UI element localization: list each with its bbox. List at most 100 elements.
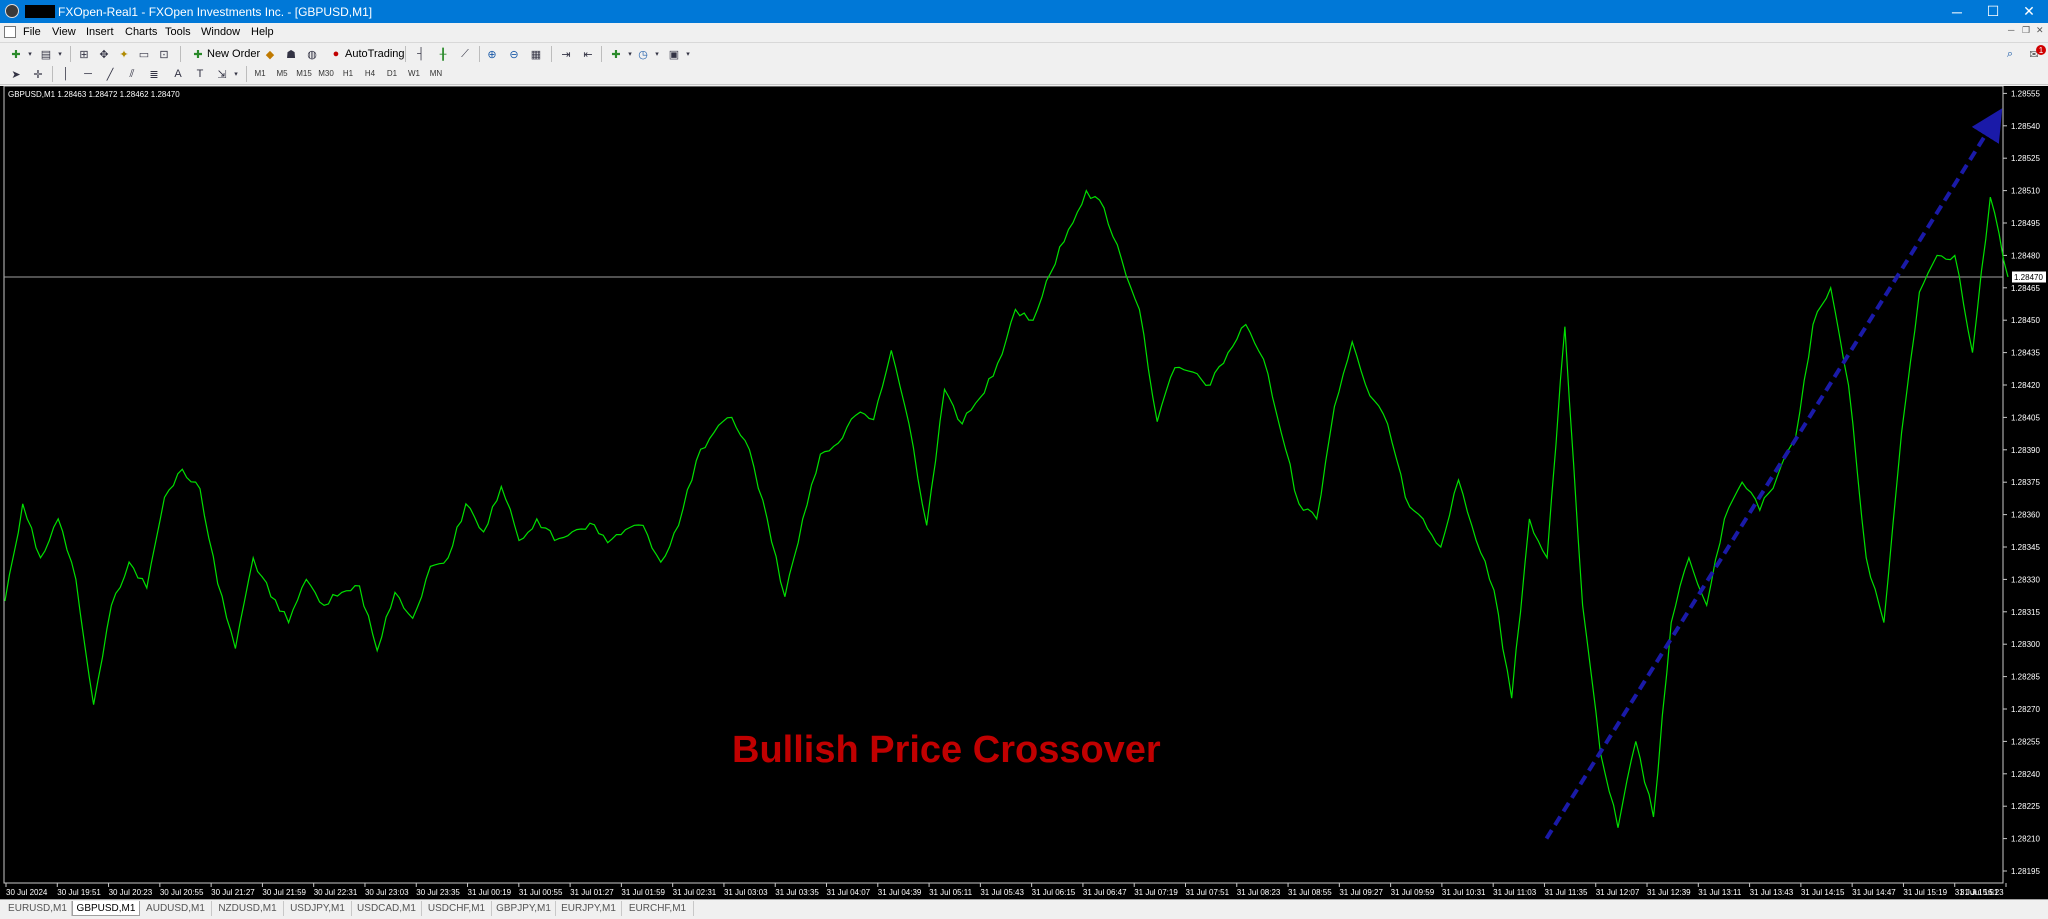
menu-charts[interactable]: Charts [125, 26, 157, 38]
zoom-in-icon[interactable]: ⊕ [484, 46, 500, 62]
tab-eurchf[interactable]: EURCHF,M1 [622, 901, 694, 916]
equidistant-channel-icon[interactable]: ⫽ [124, 66, 140, 82]
mdi-restore-button[interactable]: ❐ [2022, 25, 2030, 36]
price-axis-label: 1.28420 [2011, 381, 2040, 390]
timeframe-h1[interactable]: H1 [338, 66, 358, 81]
trendline-icon[interactable]: ╱ [102, 66, 118, 82]
text-icon[interactable]: A [170, 66, 186, 82]
fibonacci-icon[interactable]: ≣ [146, 66, 162, 82]
time-axis-label: 30 Jul 2024 [6, 888, 48, 897]
new-chart-dropdown-icon[interactable]: ▾ [22, 46, 38, 62]
search-icon[interactable]: ⌕ [2002, 46, 2018, 62]
price-axis-label: 1.28435 [2011, 349, 2040, 358]
timeframe-m30[interactable]: M30 [316, 66, 336, 81]
arrows-dropdown-icon[interactable]: ▾ [228, 66, 244, 82]
time-axis-label: 31 Jul 09:27 [1339, 888, 1383, 897]
new-order-button[interactable]: New Order [207, 46, 260, 62]
bar-chart-icon[interactable]: ┤ [413, 46, 429, 62]
metaeditor-icon[interactable]: ◆ [262, 46, 278, 62]
time-axis-label: 31 Jul 07:19 [1134, 888, 1178, 897]
tab-gbpusd[interactable]: GBPUSD,M1 [72, 901, 140, 916]
line-studies-toolbar: ➤ ✛ │ ─ ╱ ⫽ ≣ A T ⇲ ▾ M1 M5 M15 M30 H1 H… [0, 64, 2048, 85]
profiles-dropdown-icon[interactable]: ▾ [52, 46, 68, 62]
toolbar-separator [70, 46, 71, 62]
autotrading-icon[interactable]: ● [328, 46, 344, 62]
time-axis-label: 30 Jul 20:55 [160, 888, 204, 897]
text-label-icon[interactable]: T [192, 66, 208, 82]
time-axis-label: 31 Jul 02:31 [673, 888, 717, 897]
time-axis-label: 31 Jul 16:23 [1960, 888, 2004, 897]
price-axis-label: 1.28330 [2011, 575, 2040, 584]
time-axis-label: 31 Jul 08:23 [1237, 888, 1281, 897]
time-axis-label: 31 Jul 09:59 [1391, 888, 1435, 897]
close-button[interactable]: ✕ [2006, 0, 2048, 23]
timeframe-h4[interactable]: H4 [360, 66, 380, 81]
time-axis-label: 30 Jul 21:59 [262, 888, 306, 897]
chart-annotation: Bullish Price Crossover [732, 729, 1161, 771]
periods-dropdown-icon[interactable]: ▾ [649, 46, 665, 62]
time-axis-label: 30 Jul 22:31 [314, 888, 358, 897]
tab-usdjpy[interactable]: USDJPY,M1 [284, 901, 352, 916]
line-chart-icon[interactable]: ⟋ [457, 46, 473, 62]
signals-icon[interactable]: ☗ [283, 46, 299, 62]
chart-window[interactable]: 1.28555 1.28540 1.28525 1.28510 1.28495 1.284… [0, 86, 2048, 899]
templates-dropdown-icon[interactable]: ▾ [680, 46, 696, 62]
title-bar: FXOpen-Real1 - FXOpen Investments Inc. -… [0, 0, 2048, 23]
autotrading-button[interactable]: AutoTrading [345, 46, 405, 62]
tab-audusd[interactable]: AUDUSD,M1 [140, 901, 212, 916]
strategy-tester-icon[interactable]: ⊡ [156, 46, 172, 62]
time-axis-label: 31 Jul 01:59 [621, 888, 665, 897]
price-axis-label: 1.28225 [2011, 802, 2040, 811]
terminal-icon[interactable]: ▭ [136, 46, 152, 62]
current-price-label: 1.28470 [2014, 273, 2043, 282]
menu-help[interactable]: Help [251, 26, 274, 38]
crosshair-icon[interactable]: ✛ [30, 66, 46, 82]
timeframe-mn[interactable]: MN [426, 66, 446, 81]
new-order-icon[interactable]: ✚ [190, 46, 206, 62]
time-axis-label: 31 Jul 05:11 [929, 888, 973, 897]
timeframe-m1[interactable]: M1 [250, 66, 270, 81]
tile-windows-icon[interactable]: ▦ [528, 46, 544, 62]
candlestick-icon[interactable]: ╂ [435, 46, 451, 62]
bullish-trend-arrow[interactable] [1544, 108, 2003, 840]
menu-tools[interactable]: Tools [165, 26, 191, 38]
chart-window-icon[interactable] [4, 26, 16, 38]
toolbar-separator [180, 46, 181, 62]
tab-usdchf[interactable]: USDCHF,M1 [422, 901, 492, 916]
price-axis-label: 1.28480 [2011, 251, 2040, 260]
timeframe-m5[interactable]: M5 [272, 66, 292, 81]
menu-window[interactable]: Window [201, 26, 240, 38]
cursor-icon[interactable]: ➤ [8, 66, 24, 82]
timeframe-m15[interactable]: M15 [294, 66, 314, 81]
app-icon[interactable] [5, 4, 19, 18]
tab-gbpjpy[interactable]: GBPJPY,M1 [492, 901, 556, 916]
window-title: FXOpen-Real1 - FXOpen Investments Inc. -… [58, 5, 373, 19]
horizontal-line-icon[interactable]: ─ [80, 66, 96, 82]
scroll-chart-icon[interactable]: ⇥ [558, 46, 574, 62]
market-icon[interactable]: ◍ [304, 46, 320, 62]
timeframe-w1[interactable]: W1 [404, 66, 424, 81]
tab-nzdusd[interactable]: NZDUSD,M1 [212, 901, 284, 916]
time-axis-label: 31 Jul 08:55 [1288, 888, 1332, 897]
chart-shift-icon[interactable]: ⇤ [580, 46, 596, 62]
mdi-minimize-button[interactable]: ─ [2008, 25, 2014, 35]
mdi-close-button[interactable]: ✕ [2036, 25, 2044, 36]
notification-badge: 1 [2036, 45, 2046, 55]
time-axis-label: 30 Jul 19:51 [57, 888, 101, 897]
price-axis-label: 1.28510 [2011, 187, 2040, 196]
price-chart[interactable]: 1.28555 1.28540 1.28525 1.28510 1.28495 1.284… [0, 86, 2048, 899]
market-watch-icon[interactable]: ⊞ [76, 46, 92, 62]
time-axis-label: 31 Jul 01:27 [570, 888, 614, 897]
vertical-line-icon[interactable]: │ [58, 66, 74, 82]
zoom-out-icon[interactable]: ⊖ [506, 46, 522, 62]
tab-eurjpy[interactable]: EURJPY,M1 [556, 901, 622, 916]
navigator-icon[interactable]: ✦ [116, 46, 132, 62]
timeframe-d1[interactable]: D1 [382, 66, 402, 81]
tab-eurusd[interactable]: EURUSD,M1 [4, 901, 72, 916]
menu-view[interactable]: View [52, 26, 76, 38]
tab-usdcad[interactable]: USDCAD,M1 [352, 901, 422, 916]
menu-file[interactable]: File [23, 26, 41, 38]
menu-insert[interactable]: Insert [86, 26, 114, 38]
data-window-icon[interactable]: ✥ [96, 46, 112, 62]
redacted-account [25, 5, 55, 18]
